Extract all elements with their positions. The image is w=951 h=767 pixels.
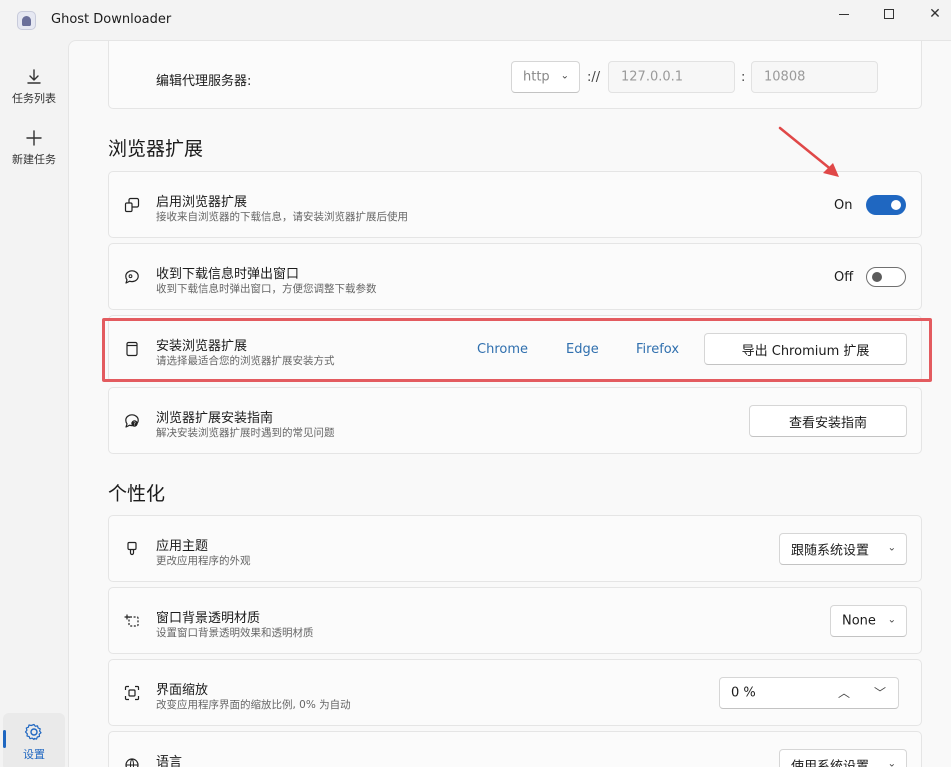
chevron-up-icon[interactable]: ︿	[838, 684, 850, 701]
title-bar: Ghost Downloader ✕	[0, 0, 951, 40]
popup-chat-icon	[123, 268, 141, 286]
setting-title: 收到下载信息时弹出窗口	[156, 267, 300, 282]
proxy-port-input[interactable]: 10808	[751, 61, 878, 93]
setting-description: 更改应用程序的外观	[156, 555, 251, 567]
input-placeholder: 127.0.0.1	[621, 69, 684, 85]
sidebar-item-label: 新建任务	[12, 153, 56, 166]
setting-description: 接收来自浏览器的下载信息，请安装浏览器扩展后使用	[156, 211, 408, 223]
toggle-knob	[891, 200, 901, 210]
section-header-browser: 浏览器扩展	[108, 138, 204, 160]
maximize-icon	[884, 9, 894, 19]
proxy-label: 编辑代理服务器:	[156, 74, 252, 89]
setting-description: 收到下载信息时弹出窗口，方便您调整下载参数	[156, 283, 377, 295]
maximize-button[interactable]	[866, 0, 912, 28]
zoom-spinbox[interactable]: 0 % ︿ ﹀	[719, 677, 899, 709]
selection-indicator	[3, 730, 6, 748]
proxy-card: 编辑代理服务器: http ⌄ :// 127.0.0.1 : 10808	[108, 41, 922, 109]
port-separator: :	[741, 70, 746, 85]
zoom-card: 界面缩放 改变应用程序界面的缩放比例, 0% 为自动 0 % ︿ ﹀	[108, 659, 922, 726]
toggle-state-label: Off	[834, 270, 854, 285]
chevron-down-icon[interactable]: ﹀	[874, 684, 886, 701]
sidebar-item-label: 设置	[23, 748, 45, 761]
dropdown-value: http	[523, 69, 550, 85]
highlight-box	[102, 318, 932, 382]
sidebar-item-label: 任务列表	[12, 92, 56, 105]
sidebar-item-task-list[interactable]: 任务列表	[3, 58, 65, 116]
section-header-personalization: 个性化	[108, 483, 166, 505]
popup-window-toggle[interactable]	[866, 267, 906, 287]
download-icon	[27, 69, 41, 84]
theme-card: 应用主题 更改应用程序的外观 跟随系统设置 ⌄	[108, 515, 922, 582]
transparency-icon	[123, 612, 141, 630]
chevron-down-icon: ⌄	[887, 542, 896, 554]
chevron-down-icon: ⌄	[887, 758, 896, 767]
brush-icon	[123, 540, 141, 558]
settings-content: 编辑代理服务器: http ⌄ :// 127.0.0.1 : 10808 浏览…	[68, 40, 951, 767]
proxy-host-input[interactable]: 127.0.0.1	[608, 61, 735, 93]
ghost-app-icon	[17, 11, 36, 30]
proxy-scheme-dropdown[interactable]: http ⌄	[511, 61, 580, 93]
sidebar-item-new-task[interactable]: 新建任务	[3, 119, 65, 177]
language-card: 语言 使用系统设置 ⌄	[108, 731, 922, 767]
gear-icon	[24, 723, 42, 741]
annotation-arrow-icon	[778, 126, 839, 177]
setting-title: 语言	[156, 755, 183, 767]
dropdown-value: 使用系统设置	[791, 759, 870, 767]
scheme-separator: ://	[587, 70, 601, 85]
globe-icon	[123, 756, 141, 767]
minimize-icon	[839, 13, 849, 15]
window-title: Ghost Downloader	[51, 12, 172, 27]
setting-title: 窗口背景透明材质	[156, 611, 261, 626]
toggle-state-label: On	[834, 198, 853, 213]
close-button[interactable]: ✕	[912, 0, 951, 28]
dropdown-value: None	[842, 613, 876, 629]
sidebar-item-settings[interactable]: 设置	[3, 713, 65, 767]
setting-title: 启用浏览器扩展	[156, 195, 248, 210]
install-guide-card: ? 浏览器扩展安装指南 解决安装浏览器扩展时遇到的常见问题 查看安装指南	[108, 387, 922, 454]
setting-description: 改变应用程序界面的缩放比例, 0% 为自动	[156, 699, 351, 711]
chevron-down-icon: ⌄	[560, 70, 569, 82]
zoom-icon	[123, 684, 141, 702]
theme-dropdown[interactable]: 跟随系统设置 ⌄	[779, 533, 907, 565]
material-dropdown[interactable]: None ⌄	[830, 605, 907, 637]
spinbox-value: 0 %	[731, 685, 756, 701]
toggle-knob	[872, 272, 882, 282]
material-card: 窗口背景透明材质 设置窗口背景透明效果和透明材质 None ⌄	[108, 587, 922, 654]
sidebar: 任务列表 新建任务 设置	[0, 40, 68, 767]
chevron-down-icon: ⌄	[887, 614, 896, 626]
input-placeholder: 10808	[764, 69, 806, 85]
view-guide-button[interactable]: 查看安装指南	[749, 405, 907, 437]
plus-icon	[26, 130, 42, 146]
help-chat-icon: ?	[123, 412, 141, 430]
setting-title: 界面缩放	[156, 683, 209, 698]
popup-window-card: 收到下载信息时弹出窗口 收到下载信息时弹出窗口，方便您调整下载参数 Off	[108, 243, 922, 310]
setting-description: 解决安装浏览器扩展时遇到的常见问题	[156, 427, 335, 439]
setting-title: 应用主题	[156, 539, 209, 554]
close-icon: ✕	[929, 6, 941, 22]
setting-title: 浏览器扩展安装指南	[156, 411, 274, 426]
extension-icon	[123, 196, 141, 214]
language-dropdown[interactable]: 使用系统设置 ⌄	[779, 749, 907, 767]
enable-extension-toggle[interactable]	[866, 195, 906, 215]
svg-text:?: ?	[133, 421, 136, 427]
setting-description: 设置窗口背景透明效果和透明材质	[156, 627, 314, 639]
dropdown-value: 跟随系统设置	[791, 543, 870, 559]
minimize-button[interactable]	[821, 0, 867, 28]
